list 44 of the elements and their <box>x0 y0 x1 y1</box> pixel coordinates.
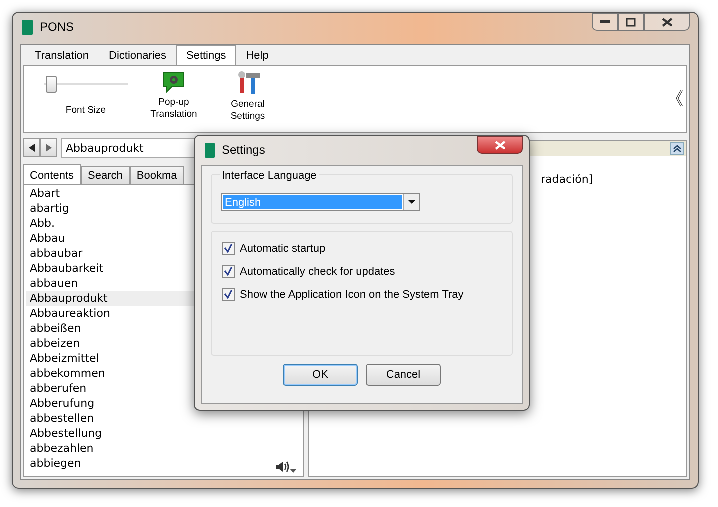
close-button[interactable] <box>644 13 690 31</box>
close-icon <box>662 18 672 26</box>
right-arrow-icon <box>46 144 52 152</box>
font-size-label: Font Size <box>66 105 106 116</box>
close-icon <box>494 140 506 150</box>
pane-tab[interactable]: Contents <box>23 164 82 186</box>
entry-text: radación] <box>541 173 594 186</box>
menu-tab[interactable]: Dictionaries <box>99 45 176 66</box>
book-icon <box>22 20 33 34</box>
menu-tab[interactable]: Settings <box>176 45 236 66</box>
group-label: Interface Language <box>220 170 319 182</box>
word-item[interactable]: abbezahlen <box>26 441 294 456</box>
word-item[interactable]: Abbestellung <box>26 426 294 441</box>
menu-tab[interactable]: Translation <box>25 45 100 66</box>
forward-button[interactable] <box>40 138 57 157</box>
window-title: PONS <box>40 20 74 34</box>
speaker-icon[interactable] <box>275 461 289 473</box>
back-button[interactable] <box>23 138 40 157</box>
book-icon <box>205 142 215 158</box>
left-arrow-icon <box>28 144 34 152</box>
checkbox[interactable] <box>222 242 235 255</box>
dropdown-caret-icon[interactable] <box>290 469 297 473</box>
ribbon-button[interactable]: Pop-up Translation <box>138 66 210 121</box>
maximize-button[interactable] <box>618 13 644 31</box>
pane-tab[interactable]: Search <box>81 166 130 186</box>
dropdown-caret-icon <box>408 200 416 204</box>
slider-thumb[interactable] <box>46 76 58 93</box>
ribbon-button[interactable]: General Settings <box>212 66 284 123</box>
option-label: Automatic startup <box>240 242 326 254</box>
checkbox[interactable] <box>222 288 235 301</box>
close-button[interactable] <box>477 136 523 154</box>
dialog-title: Settings <box>222 143 266 157</box>
word-item[interactable]: abbestellen <box>26 411 294 426</box>
collapse-up-button[interactable] <box>670 142 684 155</box>
maximize-icon <box>626 18 636 26</box>
dialog-button[interactable]: Cancel <box>366 364 441 386</box>
collapse-button[interactable]: 《 <box>664 87 686 111</box>
dialog-button[interactable]: OK <box>283 364 358 386</box>
minimize-icon <box>600 20 610 24</box>
option-label: Automatically check for updates <box>240 266 396 278</box>
checkbox[interactable] <box>222 265 235 278</box>
word-item[interactable]: abbiegen <box>26 456 294 471</box>
menu-tab[interactable]: Help <box>236 45 279 66</box>
minimize-button[interactable] <box>592 13 618 31</box>
